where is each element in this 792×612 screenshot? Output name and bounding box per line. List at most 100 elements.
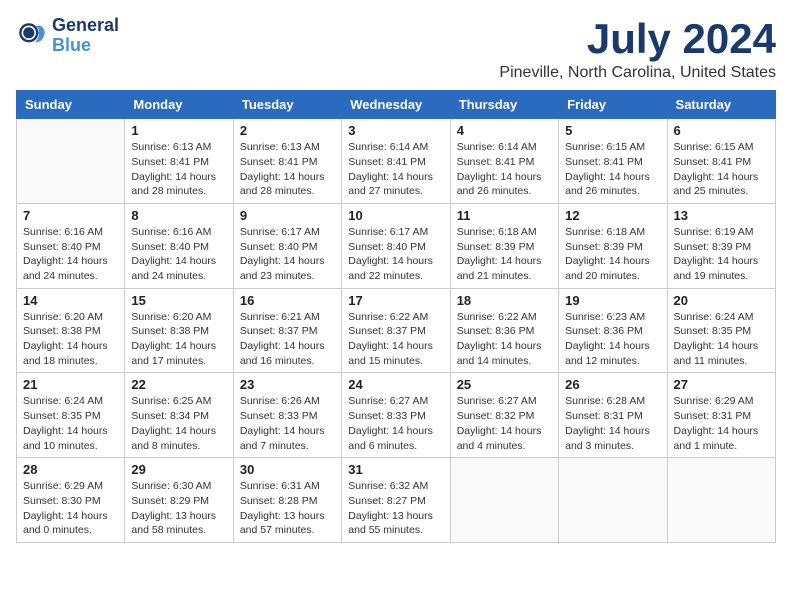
day-header-sunday: Sunday [17,91,125,119]
day-cell: 9 Sunrise: 6:17 AM Sunset: 8:40 PM Daylig… [233,203,341,288]
day-number: 19 [565,293,660,308]
day-info: Sunrise: 6:28 AM Sunset: 8:31 PM Dayligh… [565,394,660,453]
day-number: 3 [348,123,443,138]
day-info: Sunrise: 6:16 AM Sunset: 8:40 PM Dayligh… [23,225,118,284]
day-number: 17 [348,293,443,308]
day-number: 30 [240,462,335,477]
day-header-saturday: Saturday [667,91,775,119]
day-cell: 21 Sunrise: 6:24 AM Sunset: 8:35 PM Dayli… [17,373,125,458]
header-row: SundayMondayTuesdayWednesdayThursdayFrid… [17,91,776,119]
week-row-3: 14 Sunrise: 6:20 AM Sunset: 8:38 PM Dayli… [17,288,776,373]
logo: GeneralBlue [16,16,119,56]
day-cell: 3 Sunrise: 6:14 AM Sunset: 8:41 PM Daylig… [342,119,450,204]
day-header-monday: Monday [125,91,233,119]
day-number: 26 [565,377,660,392]
day-cell [450,458,558,543]
day-number: 2 [240,123,335,138]
day-number: 1 [131,123,226,138]
day-number: 14 [23,293,118,308]
day-cell: 11Sunrise: 6:18 AM Sunset: 8:39 PM Dayli… [450,203,558,288]
day-info: Sunrise: 6:22 AM Sunset: 8:37 PM Dayligh… [348,310,443,369]
logo-text: GeneralBlue [52,16,119,56]
day-cell: 17 Sunrise: 6:22 AM Sunset: 8:37 PM Dayli… [342,288,450,373]
day-cell: 31 Sunrise: 6:32 AM Sunset: 8:27 PM Dayli… [342,458,450,543]
day-number: 20 [674,293,769,308]
day-number: 5 [565,123,660,138]
day-number: 8 [131,208,226,223]
calendar: SundayMondayTuesdayWednesdayThursdayFrid… [16,90,776,543]
day-info: Sunrise: 6:26 AM Sunset: 8:33 PM Dayligh… [240,394,335,453]
day-cell: 5 Sunrise: 6:15 AM Sunset: 8:41 PM Daylig… [559,119,667,204]
day-number: 15 [131,293,226,308]
day-cell: 14Sunrise: 6:20 AM Sunset: 8:38 PM Dayli… [17,288,125,373]
day-info: Sunrise: 6:13 AM Sunset: 8:41 PM Dayligh… [131,140,226,199]
day-cell [667,458,775,543]
week-row-4: 21 Sunrise: 6:24 AM Sunset: 8:35 PM Dayli… [17,373,776,458]
day-info: Sunrise: 6:15 AM Sunset: 8:41 PM Dayligh… [565,140,660,199]
day-cell: 2 Sunrise: 6:13 AM Sunset: 8:41 PM Daylig… [233,119,341,204]
day-info: Sunrise: 6:30 AM Sunset: 8:29 PM Dayligh… [131,479,226,538]
day-info: Sunrise: 6:20 AM Sunset: 8:38 PM Dayligh… [131,310,226,369]
day-cell: 13 Sunrise: 6:19 AM Sunset: 8:39 PM Dayli… [667,203,775,288]
day-info: Sunrise: 6:16 AM Sunset: 8:40 PM Dayligh… [131,225,226,284]
day-cell: 22 Sunrise: 6:25 AM Sunset: 8:34 PM Dayli… [125,373,233,458]
day-info: Sunrise: 6:17 AM Sunset: 8:40 PM Dayligh… [348,225,443,284]
day-header-thursday: Thursday [450,91,558,119]
day-cell: 7 Sunrise: 6:16 AM Sunset: 8:40 PM Daylig… [17,203,125,288]
header: GeneralBlue July 2024 Pineville, North C… [16,16,776,82]
day-info: Sunrise: 6:15 AM Sunset: 8:41 PM Dayligh… [674,140,769,199]
day-number: 12 [565,208,660,223]
day-number: 4 [457,123,552,138]
day-number: 18 [457,293,552,308]
day-info: Sunrise: 6:17 AM Sunset: 8:40 PM Dayligh… [240,225,335,284]
day-number: 13 [674,208,769,223]
day-number: 10 [348,208,443,223]
day-info: Sunrise: 6:29 AM Sunset: 8:31 PM Dayligh… [674,394,769,453]
day-info: Sunrise: 6:22 AM Sunset: 8:36 PM Dayligh… [457,310,552,369]
day-cell: 30Sunrise: 6:31 AM Sunset: 8:28 PM Dayli… [233,458,341,543]
month-title: July 2024 [499,16,776,62]
day-number: 28 [23,462,118,477]
day-cell: 19 Sunrise: 6:23 AM Sunset: 8:36 PM Dayli… [559,288,667,373]
day-number: 6 [674,123,769,138]
day-cell: 28 Sunrise: 6:29 AM Sunset: 8:30 PM Dayli… [17,458,125,543]
day-header-tuesday: Tuesday [233,91,341,119]
day-number: 11 [457,208,552,223]
day-number: 29 [131,462,226,477]
day-info: Sunrise: 6:29 AM Sunset: 8:30 PM Dayligh… [23,479,118,538]
week-row-5: 28 Sunrise: 6:29 AM Sunset: 8:30 PM Dayli… [17,458,776,543]
day-number: 16 [240,293,335,308]
day-cell: 1 Sunrise: 6:13 AM Sunset: 8:41 PM Daylig… [125,119,233,204]
day-number: 22 [131,377,226,392]
day-info: Sunrise: 6:27 AM Sunset: 8:32 PM Dayligh… [457,394,552,453]
logo-icon [16,20,48,52]
day-cell [559,458,667,543]
title-area: July 2024 Pineville, North Carolina, Uni… [499,16,776,82]
day-info: Sunrise: 6:18 AM Sunset: 8:39 PM Dayligh… [565,225,660,284]
day-cell: 23Sunrise: 6:26 AM Sunset: 8:33 PM Dayli… [233,373,341,458]
day-number: 9 [240,208,335,223]
day-cell: 6 Sunrise: 6:15 AM Sunset: 8:41 PM Daylig… [667,119,775,204]
day-info: Sunrise: 6:25 AM Sunset: 8:34 PM Dayligh… [131,394,226,453]
day-number: 24 [348,377,443,392]
day-cell: 16 Sunrise: 6:21 AM Sunset: 8:37 PM Dayli… [233,288,341,373]
day-cell: 12 Sunrise: 6:18 AM Sunset: 8:39 PM Dayli… [559,203,667,288]
location-title: Pineville, North Carolina, United States [499,64,776,82]
day-cell: 4Sunrise: 6:14 AM Sunset: 8:41 PM Daylig… [450,119,558,204]
day-info: Sunrise: 6:27 AM Sunset: 8:33 PM Dayligh… [348,394,443,453]
day-info: Sunrise: 6:23 AM Sunset: 8:36 PM Dayligh… [565,310,660,369]
day-number: 7 [23,208,118,223]
week-row-2: 7 Sunrise: 6:16 AM Sunset: 8:40 PM Daylig… [17,203,776,288]
day-info: Sunrise: 6:24 AM Sunset: 8:35 PM Dayligh… [23,394,118,453]
day-info: Sunrise: 6:21 AM Sunset: 8:37 PM Dayligh… [240,310,335,369]
day-info: Sunrise: 6:19 AM Sunset: 8:39 PM Dayligh… [674,225,769,284]
day-info: Sunrise: 6:32 AM Sunset: 8:27 PM Dayligh… [348,479,443,538]
week-row-1: 1 Sunrise: 6:13 AM Sunset: 8:41 PM Daylig… [17,119,776,204]
day-cell: 27Sunrise: 6:29 AM Sunset: 8:31 PM Dayli… [667,373,775,458]
day-info: Sunrise: 6:13 AM Sunset: 8:41 PM Dayligh… [240,140,335,199]
day-header-wednesday: Wednesday [342,91,450,119]
day-number: 21 [23,377,118,392]
day-number: 31 [348,462,443,477]
day-cell: 25Sunrise: 6:27 AM Sunset: 8:32 PM Dayli… [450,373,558,458]
day-info: Sunrise: 6:14 AM Sunset: 8:41 PM Dayligh… [348,140,443,199]
